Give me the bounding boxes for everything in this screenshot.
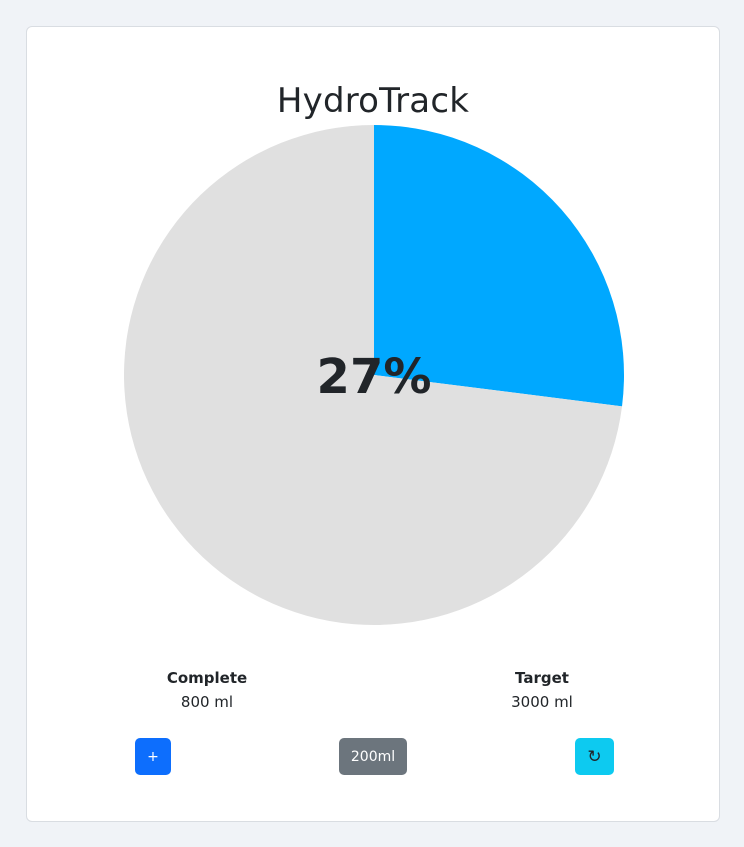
tracker-card: HydroTrack 27% Complete 800 ml Target 30…	[26, 26, 720, 822]
app-title: HydroTrack	[276, 81, 470, 121]
complete-label: Complete	[166, 669, 248, 687]
target-label: Target	[515, 669, 569, 687]
reset-button[interactable]: ↻	[575, 738, 614, 775]
amount-select-button[interactable]: 200ml	[339, 738, 407, 775]
target-value: 3000 ml	[511, 693, 573, 711]
progress-percent-label: 27%	[316, 349, 432, 405]
target-stat: Target 3000 ml	[462, 667, 622, 713]
complete-stat: Complete 800 ml	[127, 667, 287, 713]
add-water-button[interactable]: +	[135, 738, 171, 775]
complete-value: 800 ml	[180, 693, 234, 711]
progress-pie-chart: 27%	[124, 125, 624, 625]
